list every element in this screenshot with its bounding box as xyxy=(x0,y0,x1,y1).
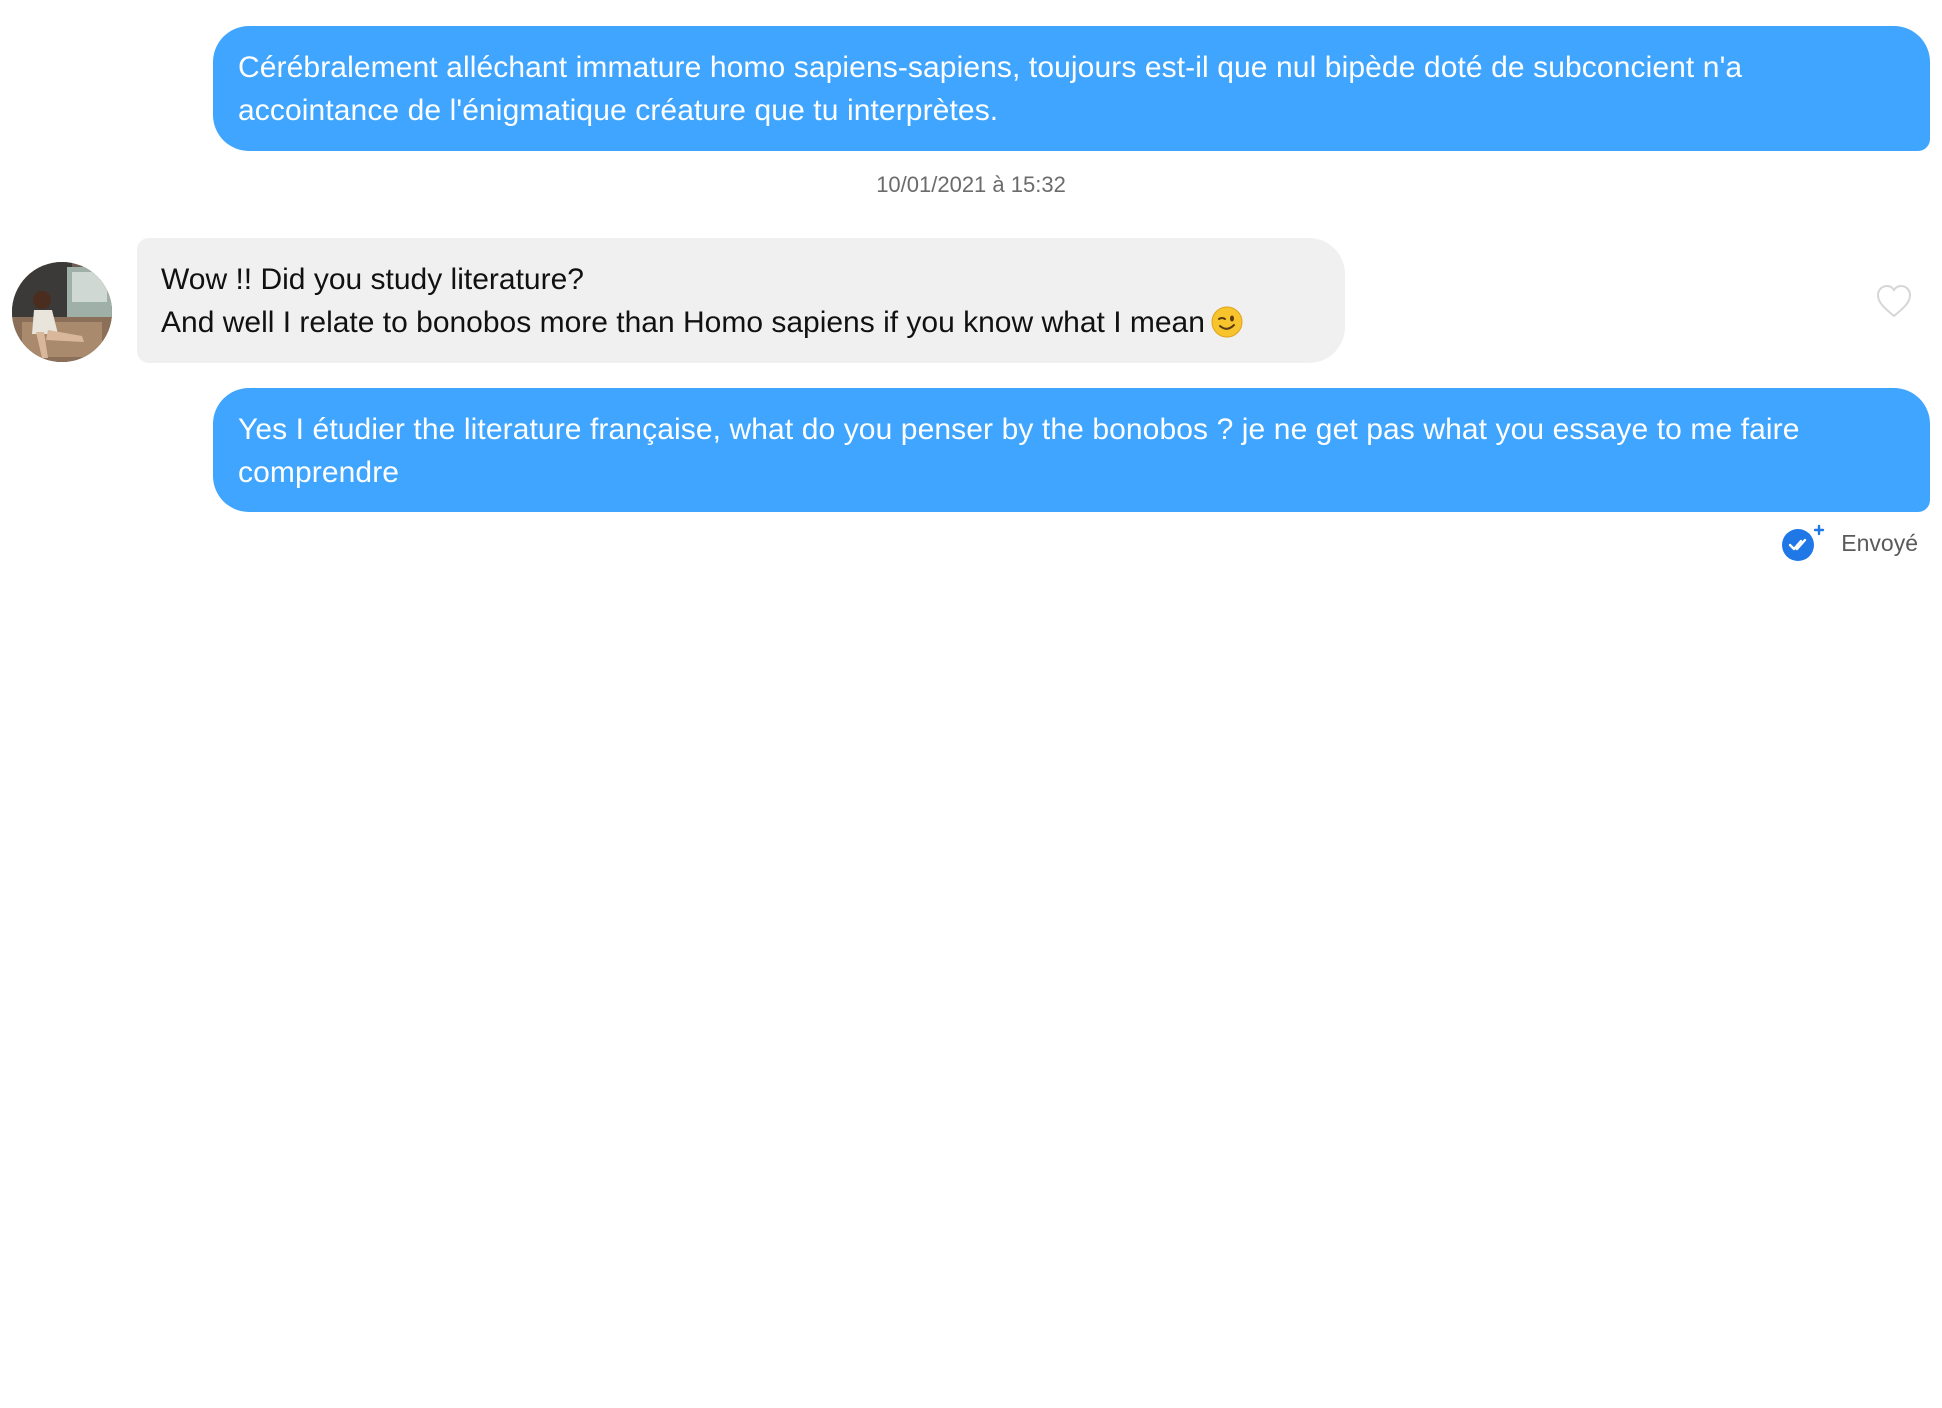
outgoing-message[interactable]: Yes I étudier the literature française, … xyxy=(213,388,1930,512)
chat-thread: Cérébralement alléchant immature homo sa… xyxy=(0,0,1942,1408)
winking-face-emoji xyxy=(1211,306,1243,338)
incoming-message-text: And well I relate to bonobos more than H… xyxy=(161,306,1205,339)
outgoing-message[interactable]: Cérébralement alléchant immature homo sa… xyxy=(213,26,1930,151)
status-label: Envoyé xyxy=(1841,529,1918,556)
message-timestamp: 10/01/2021 à 15:32 xyxy=(876,172,1066,197)
incoming-message-line: And well I relate to bonobos more than H… xyxy=(161,301,1319,344)
heart-outline-icon xyxy=(1876,284,1912,318)
avatar-photo xyxy=(12,262,112,362)
delivery-status: Envoyé xyxy=(1781,524,1918,561)
avatar[interactable] xyxy=(12,262,112,362)
double-check-icon xyxy=(1782,524,1825,561)
incoming-message[interactable]: Wow !! Did you study literature? And wel… xyxy=(137,238,1345,363)
incoming-message-line: Wow !! Did you study literature? xyxy=(161,263,584,296)
like-button[interactable] xyxy=(1875,283,1913,319)
